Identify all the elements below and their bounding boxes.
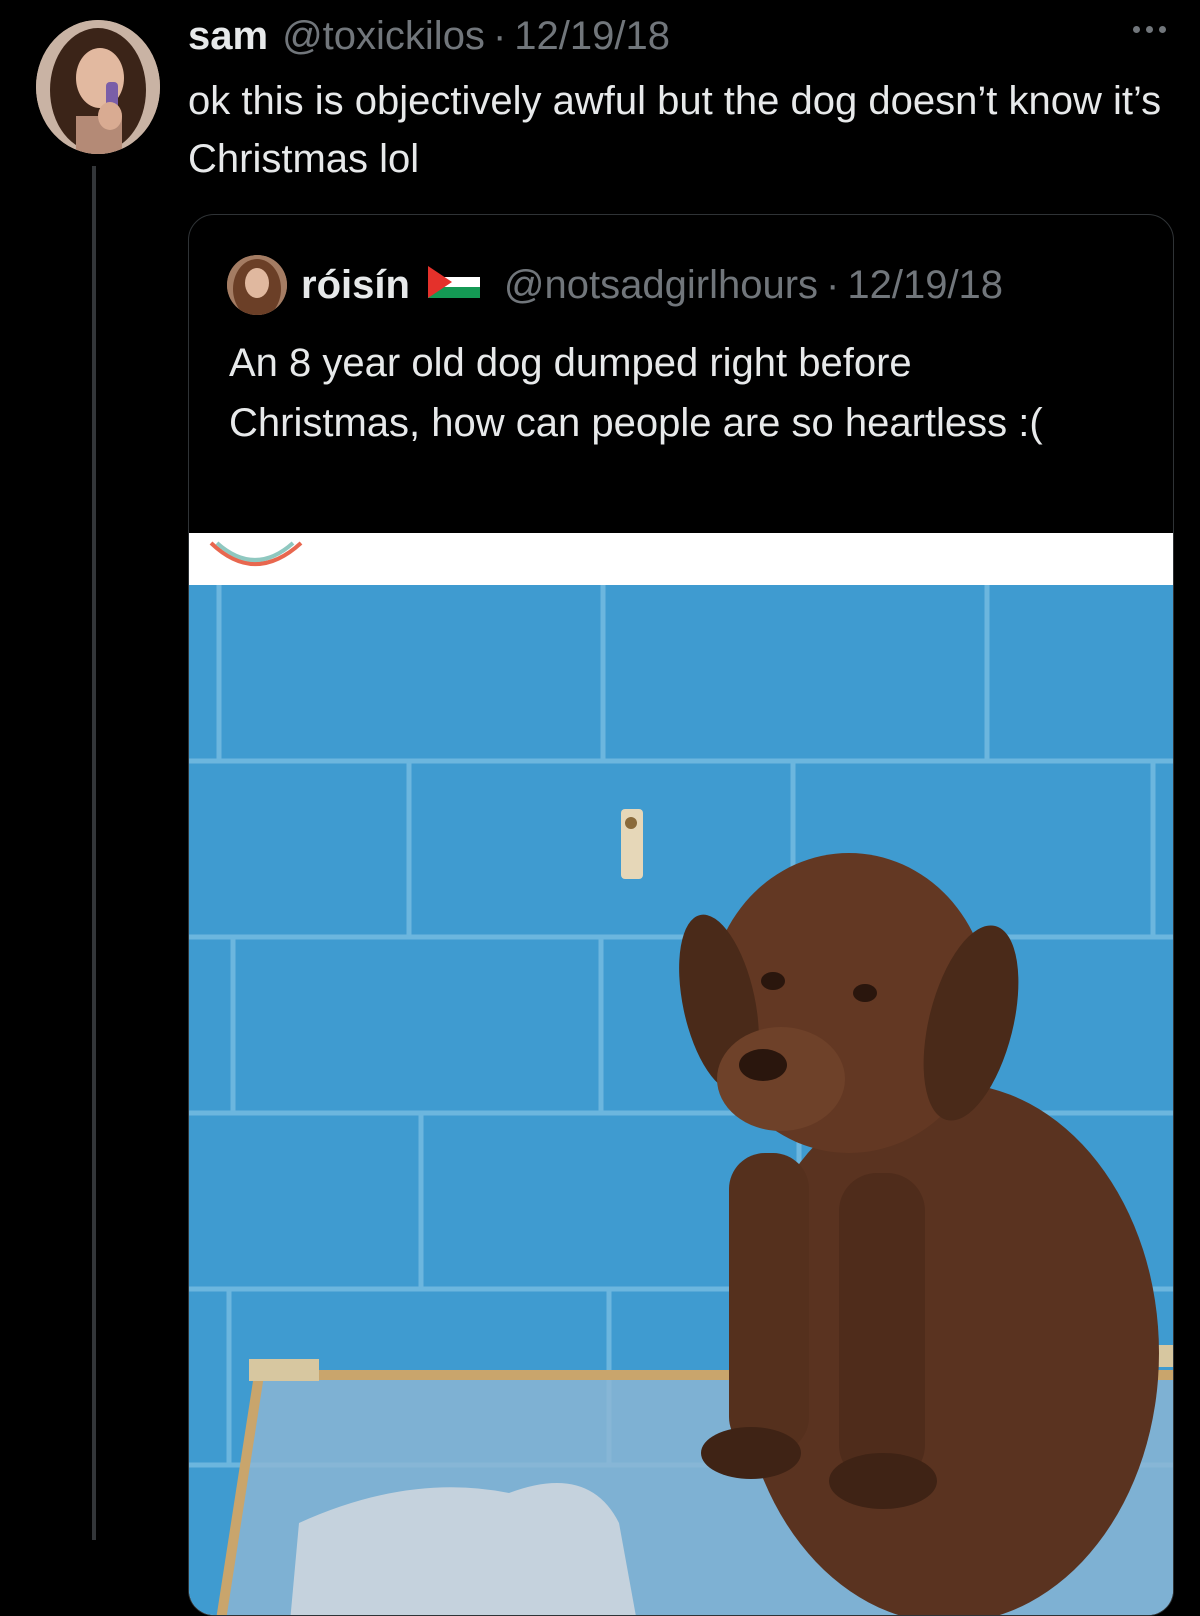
quoted-tweet[interactable]: róisín @notsadgirlhours · 12/19/18 An 8 … xyxy=(188,214,1174,1616)
quoted-author-handle[interactable]: @notsadgirlhours xyxy=(504,263,818,308)
quoted-tweet-date[interactable]: 12/19/18 xyxy=(847,263,1003,308)
dog-photo[interactable] xyxy=(189,533,1173,1615)
author-handle[interactable]: @toxickilos xyxy=(282,14,485,59)
quoted-separator-dot: · xyxy=(826,262,840,307)
separator-dot: · xyxy=(492,14,507,58)
tweet-text: ok this is objectively awful but the dog… xyxy=(188,79,1162,181)
quoted-tweet-text: An 8 year old dog dumped right before Ch… xyxy=(229,341,1043,445)
palestine-flag-icon xyxy=(427,263,480,308)
tweet-date[interactable]: 12/19/18 xyxy=(514,14,670,59)
author-name[interactable]: sam xyxy=(188,14,268,59)
more-horizontal-icon[interactable] xyxy=(1133,26,1166,33)
quoted-tweet-header: róisín @notsadgirlhours · 12/19/18 xyxy=(227,253,1003,317)
author-avatar[interactable] xyxy=(36,20,160,154)
thread-line xyxy=(92,166,96,1540)
quoted-author-avatar[interactable] xyxy=(227,255,287,315)
tweet-header: sam @toxickilos · 12/19/18 xyxy=(188,14,1160,66)
quoted-author-name[interactable]: róisín xyxy=(301,263,410,308)
